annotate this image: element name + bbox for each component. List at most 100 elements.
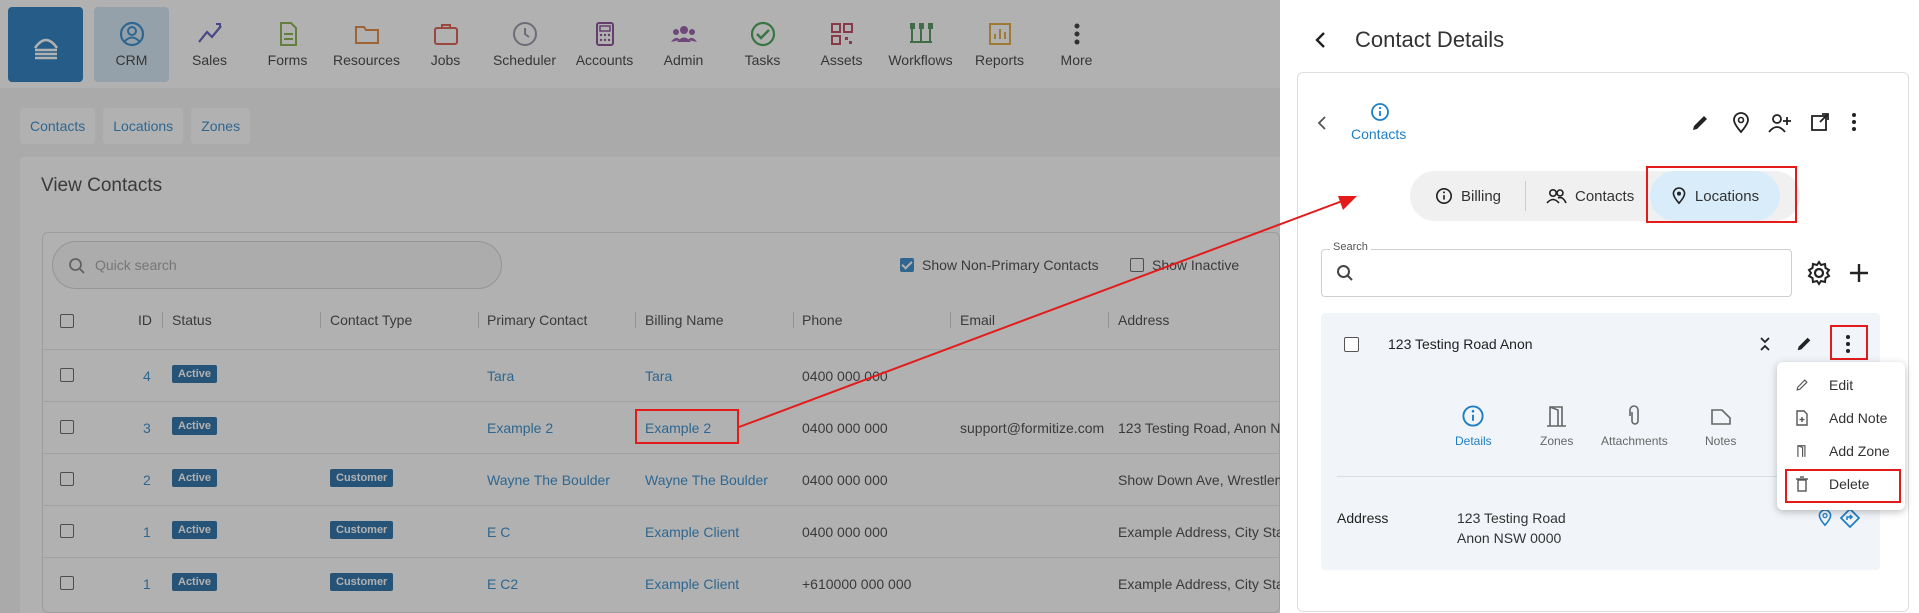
more-vertical-icon[interactable] (1850, 112, 1858, 132)
breadcrumb-contacts[interactable]: Contacts (1351, 126, 1406, 142)
top-navigation: CRM Sales Forms Resources Jobs Scheduler… (0, 0, 1280, 88)
nav-label: Sales (191, 52, 228, 68)
column-header-status[interactable]: Status (172, 312, 212, 328)
location-pin-icon[interactable] (1731, 112, 1751, 134)
row-checkbox[interactable] (60, 368, 74, 382)
nav-label: Resources (333, 52, 400, 68)
column-header-phone[interactable]: Phone (802, 312, 842, 328)
tab-contacts[interactable]: Contacts (20, 108, 96, 144)
nav-sales[interactable]: Sales (172, 7, 247, 82)
contact-type-badge: Customer (330, 521, 394, 539)
gear-icon[interactable] (1806, 260, 1832, 286)
table-row[interactable]: 2 Active Customer Wayne The Boulder Wayn… (42, 453, 1286, 505)
cell-billing-name[interactable]: Tara (645, 368, 672, 384)
column-header-id[interactable]: ID (138, 312, 152, 328)
show-inactive-toggle[interactable]: Show Inactive (1130, 257, 1239, 273)
column-header-billing-name[interactable]: Billing Name (645, 312, 724, 328)
tab-locations[interactable]: Locations (103, 108, 184, 144)
nav-assets[interactable]: Assets (804, 7, 879, 82)
card-tab-zones[interactable]: Zones (1540, 404, 1573, 448)
plus-icon[interactable] (1848, 262, 1870, 284)
cell-billing-name[interactable]: Example Client (645, 524, 739, 540)
column-header-primary-contact[interactable]: Primary Contact (487, 312, 587, 328)
tab-zones[interactable]: Zones (191, 108, 251, 144)
cell-id[interactable]: 1 (143, 576, 151, 592)
location-checkbox[interactable] (1344, 337, 1359, 352)
row-checkbox[interactable] (60, 472, 74, 486)
external-link-icon[interactable] (1810, 112, 1830, 132)
nav-resources[interactable]: Resources (329, 7, 404, 82)
menu-item-edit[interactable]: Edit (1777, 371, 1905, 399)
back-arrow-icon[interactable] (1313, 31, 1327, 49)
column-divider (162, 312, 163, 328)
checkbox-checked[interactable] (900, 258, 914, 272)
cell-phone: 0400 000 000 (802, 472, 888, 488)
nav-workflows[interactable]: Workflows (883, 7, 958, 82)
nav-more[interactable]: More (1039, 7, 1114, 82)
card-tab-details[interactable]: Details (1455, 404, 1492, 448)
column-header-email[interactable]: Email (960, 312, 995, 328)
cell-id[interactable]: 3 (143, 420, 151, 436)
select-all-checkbox[interactable] (60, 314, 74, 328)
cell-primary-contact[interactable]: E C2 (487, 576, 518, 592)
row-checkbox[interactable] (60, 420, 74, 434)
address-line1: 123 Testing Road (1457, 510, 1566, 526)
nav-scheduler[interactable]: Scheduler (487, 7, 562, 82)
cell-primary-contact[interactable]: Example 2 (487, 420, 553, 436)
cell-primary-contact[interactable]: E C (487, 524, 510, 540)
nav-forms[interactable]: Forms (250, 7, 325, 82)
table-row[interactable]: 1 Active Customer E C Example Client 040… (42, 505, 1284, 557)
nav-crm[interactable]: CRM (94, 7, 169, 82)
table-row[interactable]: 4 Active Tara Tara 0400 000 000 (42, 349, 1280, 401)
card-tab-notes[interactable]: Notes (1705, 404, 1736, 448)
cell-primary-contact[interactable]: Tara (487, 368, 514, 384)
collapse-icon[interactable] (1759, 336, 1771, 352)
edit-icon[interactable] (1690, 113, 1710, 133)
chevron-left-icon[interactable] (1317, 116, 1327, 130)
location-pin-icon[interactable] (1817, 508, 1833, 528)
nav-tasks[interactable]: Tasks (725, 7, 800, 82)
cell-id[interactable]: 2 (143, 472, 151, 488)
cell-billing-name[interactable]: Example Client (645, 576, 739, 592)
nav-label: Accounts (575, 52, 634, 68)
card-tab-label: Attachments (1601, 434, 1668, 448)
qr-icon (830, 23, 853, 45)
door-icon (1546, 406, 1566, 427)
segment-billing[interactable]: Billing (1435, 171, 1501, 221)
app-logo[interactable] (8, 7, 83, 82)
segment-label: Billing (1461, 187, 1502, 205)
edit-icon[interactable] (1795, 335, 1813, 353)
menu-item-add-note[interactable]: Add Note (1777, 404, 1905, 432)
column-divider (635, 312, 636, 328)
check-circle-icon (750, 21, 775, 47)
cell-primary-contact[interactable]: Wayne The Boulder (487, 472, 610, 488)
nav-label: Tasks (744, 52, 781, 68)
cell-id[interactable]: 1 (143, 524, 151, 540)
directions-icon[interactable] (1840, 508, 1860, 528)
column-header-contact-type[interactable]: Contact Type (330, 312, 412, 328)
nav-accounts[interactable]: Accounts (567, 7, 642, 82)
nav-jobs[interactable]: Jobs (408, 7, 483, 82)
users-icon (670, 26, 697, 42)
segment-contacts[interactable]: Contacts (1545, 171, 1634, 221)
cell-phone: 0400 000 000 (802, 420, 888, 436)
checkbox[interactable] (1130, 258, 1144, 272)
show-non-primary-toggle[interactable]: Show Non-Primary Contacts (900, 257, 1099, 273)
quick-search-input[interactable]: Quick search (52, 241, 502, 289)
cell-id[interactable]: 4 (143, 368, 151, 384)
cell-billing-name[interactable]: Wayne The Boulder (645, 472, 768, 488)
menu-item-add-zone[interactable]: Add Zone (1777, 437, 1905, 465)
row-checkbox[interactable] (60, 524, 74, 538)
show-non-primary-label: Show Non-Primary Contacts (922, 257, 1099, 273)
row-checkbox[interactable] (60, 576, 74, 590)
table-row[interactable]: 1 Active Customer E C2 Example Client +6… (42, 557, 1284, 609)
nav-admin[interactable]: Admin (646, 7, 721, 82)
section-tabs: Contacts Locations Zones (20, 108, 251, 144)
nav-label: Admin (663, 52, 704, 68)
column-header-address[interactable]: Address (1118, 312, 1169, 328)
column-divider (1108, 312, 1109, 328)
add-user-icon[interactable] (1768, 112, 1792, 134)
card-tab-attachments[interactable]: Attachments (1601, 404, 1668, 448)
location-search-input[interactable] (1321, 249, 1792, 297)
nav-reports[interactable]: Reports (962, 7, 1037, 82)
